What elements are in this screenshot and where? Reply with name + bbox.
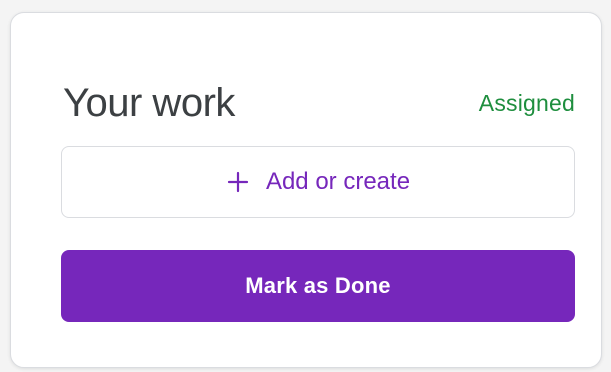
add-or-create-button[interactable]: Add or create	[61, 146, 575, 218]
card-header: Your work Assigned	[63, 75, 575, 131]
add-or-create-label: Add or create	[265, 168, 411, 195]
status-badge: Assigned	[478, 89, 575, 116]
mark-as-done-button[interactable]: Mark as Done	[61, 250, 575, 322]
plus-icon	[226, 170, 250, 194]
mark-as-done-label: Mark as Done	[245, 273, 391, 298]
card-title: Your work	[63, 80, 235, 125]
your-work-card: Your work Assigned Add or create Mark as…	[10, 12, 602, 368]
